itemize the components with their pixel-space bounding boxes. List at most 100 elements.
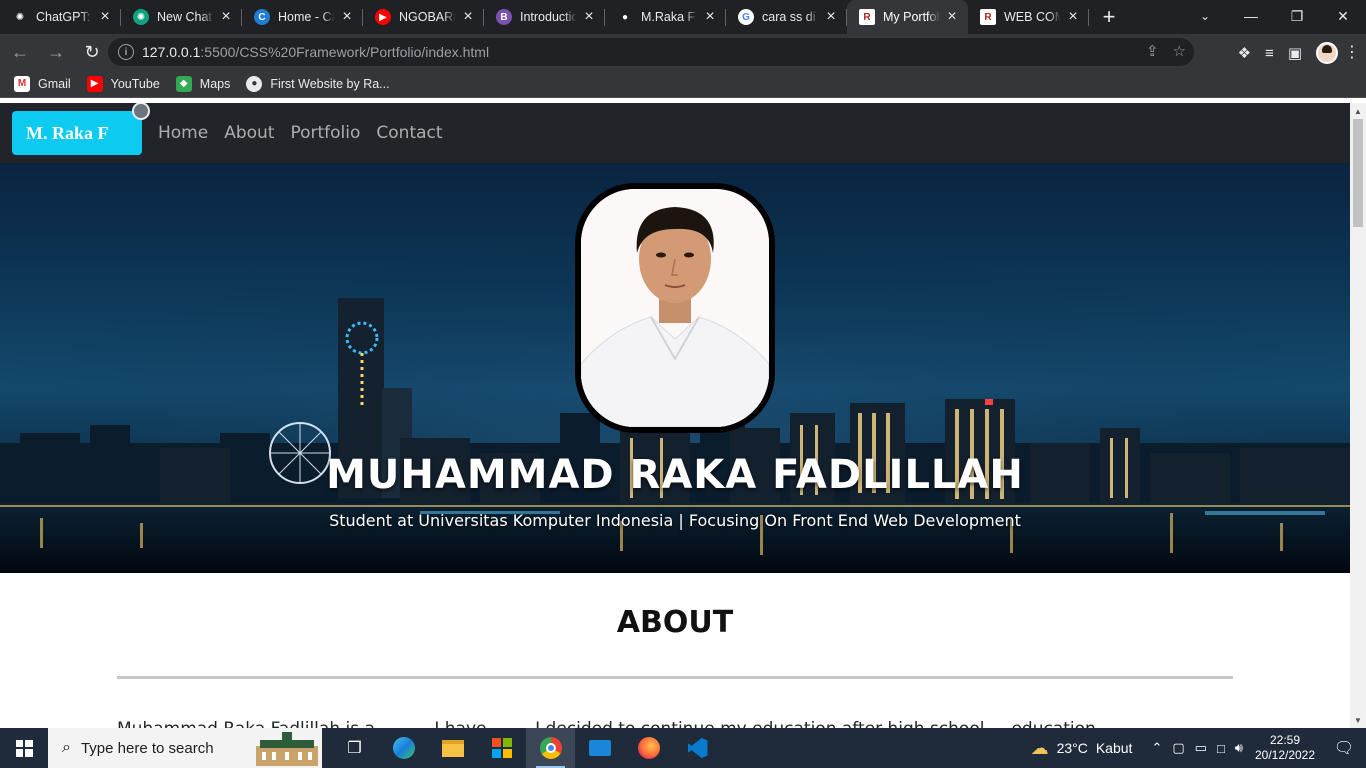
close-window-icon[interactable]: ✕ xyxy=(1320,0,1366,32)
file-explorer-icon[interactable] xyxy=(428,728,477,768)
openai-icon: ✺ xyxy=(12,9,28,25)
restore-icon[interactable]: ❐ xyxy=(1274,0,1320,32)
search-icon: ⌕ xyxy=(62,739,71,756)
menu-icon[interactable]: ⋮ xyxy=(1344,42,1360,62)
forward-icon[interactable]: → xyxy=(40,36,72,68)
close-tab-icon[interactable]: × xyxy=(339,8,355,26)
close-tab-icon[interactable]: × xyxy=(218,8,234,26)
weather-widget[interactable]: ☁ 23°C Kabut xyxy=(1031,738,1133,759)
scroll-up-icon[interactable]: ▲ xyxy=(1350,103,1366,119)
browser-tab[interactable]: ▶ NGOBAR# × xyxy=(363,0,484,34)
back-icon[interactable]: ← xyxy=(4,36,36,68)
browser-tab[interactable]: R My Portfolio × xyxy=(847,0,968,34)
page-viewport: M. Raka F Home About Portfolio Contact M… xyxy=(0,103,1350,728)
reload-icon[interactable]: ↻ xyxy=(76,36,108,68)
browser-tab[interactable]: C Home - Canva × xyxy=(242,0,363,34)
browser-tab[interactable]: ✺ New Chat × xyxy=(121,0,242,34)
chrome-icon[interactable] xyxy=(526,728,575,768)
tab-title: NGOBAR# xyxy=(399,10,456,24)
mail-icon[interactable] xyxy=(575,728,624,768)
firefox-icon[interactable] xyxy=(624,728,673,768)
youtube-icon: ▶ xyxy=(375,9,391,25)
gmail-icon: M xyxy=(14,75,30,92)
tab-title: My Portfolio xyxy=(883,10,940,24)
bookmark-youtube[interactable]: ▶ YouTube xyxy=(86,75,160,92)
new-tab-button[interactable]: + xyxy=(1089,0,1129,34)
canva-icon: C xyxy=(254,9,270,25)
reading-list-icon[interactable]: ≡ xyxy=(1265,45,1274,62)
side-panel-icon[interactable]: ▣ xyxy=(1288,44,1302,62)
edge-icon[interactable] xyxy=(379,728,428,768)
bookmark-star-icon[interactable]: ☆ xyxy=(1173,42,1186,60)
meet-now-icon[interactable]: ▢ xyxy=(1172,740,1184,756)
close-tab-icon[interactable]: × xyxy=(944,8,960,26)
bookmark-first-website[interactable]: ● First Website by Ra... xyxy=(246,75,390,92)
volume-icon[interactable]: 🔊︎ xyxy=(1235,740,1243,756)
extensions-icon[interactable]: ❖ xyxy=(1238,44,1251,62)
minimize-icon[interactable]: — xyxy=(1228,0,1274,32)
close-tab-icon[interactable]: × xyxy=(581,8,597,26)
brand-logo[interactable]: M. Raka F xyxy=(12,103,150,155)
close-tab-icon[interactable]: × xyxy=(1065,8,1081,26)
taskbar-search[interactable]: ⌕ Type here to search xyxy=(48,728,322,768)
weather-cloud-icon: ☁ xyxy=(1030,737,1049,758)
network-icon[interactable]: □ xyxy=(1217,741,1225,756)
windows-logo-icon xyxy=(15,739,33,757)
browser-tab[interactable]: B Introduction × xyxy=(484,0,605,34)
page-scrollbar[interactable]: ▲ ▼ xyxy=(1350,103,1366,728)
bootstrap-icon: B xyxy=(496,9,512,25)
nav-portfolio[interactable]: Portfolio xyxy=(282,123,368,143)
r-logo-icon: R xyxy=(859,9,875,25)
task-view-icon[interactable]: ❐ xyxy=(330,728,379,768)
close-tab-icon[interactable]: × xyxy=(460,8,476,26)
windows-taskbar: ⌕ Type here to search ❐ ☁ 23°C Kabut ⌃ ▢… xyxy=(0,728,1366,768)
browser-tab[interactable]: ● M.Raka F × xyxy=(605,0,726,34)
start-button[interactable] xyxy=(0,728,48,768)
browser-tab[interactable]: ✺ ChatGPT: Optimizing × xyxy=(0,0,121,34)
nav-about[interactable]: About xyxy=(216,123,282,143)
globe-icon: ● xyxy=(246,75,263,92)
cursor-indicator xyxy=(132,103,150,120)
vscode-icon[interactable] xyxy=(673,728,722,768)
bookmarks-bar: M Gmail ▶ YouTube ◆ Maps ● First Website… xyxy=(0,70,1366,98)
bookmark-gmail[interactable]: M Gmail xyxy=(14,75,71,92)
close-tab-icon[interactable]: × xyxy=(97,8,113,26)
close-tab-icon[interactable]: × xyxy=(823,8,839,26)
tab-title: ChatGPT: Optimizing xyxy=(36,10,93,24)
profile-avatar[interactable] xyxy=(1316,42,1338,64)
scroll-down-icon[interactable]: ▼ xyxy=(1350,712,1366,728)
scroll-thumb[interactable] xyxy=(1353,119,1363,227)
store-icon[interactable] xyxy=(477,728,526,768)
system-tray: ☁ 23°C Kabut ⌃ ▢ ▭ □ 🔊︎ 22:59 20/12/2022… xyxy=(1031,728,1366,768)
browser-tab[interactable]: Gcara ss di laptop × xyxy=(726,0,847,34)
about-heading: ABOUT xyxy=(616,605,734,640)
openai-icon: ✺ xyxy=(133,9,149,25)
nav-contact[interactable]: Contact xyxy=(368,123,450,143)
tab-separator xyxy=(1088,9,1089,26)
battery-icon[interactable]: ▭ xyxy=(1195,740,1207,756)
address-bar[interactable]: i 127.0.0.1:5500/CSS%20Framework/Portfol… xyxy=(108,38,1194,66)
tab-title: cara ss di laptop xyxy=(762,10,819,24)
nav-home[interactable]: Home xyxy=(150,123,216,143)
globe-icon: ● xyxy=(617,9,633,25)
hero-section: MUHAMMAD RAKA FADLILLAH Student at Unive… xyxy=(0,163,1350,573)
url-path: :5500/CSS%20Framework/Portfolio/index.ht… xyxy=(200,44,490,60)
notifications-icon[interactable]: 🗨︎ xyxy=(1322,738,1366,758)
share-icon[interactable]: ⇪ xyxy=(1146,42,1159,60)
bookmark-maps[interactable]: ◆ Maps xyxy=(175,75,230,92)
tab-title: WEB COMPONENT xyxy=(1004,10,1061,24)
browser-tab[interactable]: R WEB COMPONENT × xyxy=(968,0,1089,34)
hero-name: MUHAMMAD RAKA FADLILLAH xyxy=(326,452,1024,498)
tab-search-icon[interactable]: ⌄ xyxy=(1190,0,1220,32)
about-paragraph: Muhammad Raka Fadlillah is a ......... I… xyxy=(117,719,1233,728)
browser-tab-strip: ✺ ChatGPT: Optimizing × ✺ New Chat × C Home - C… xyxy=(0,0,1366,34)
site-info-icon[interactable]: i xyxy=(118,44,134,60)
close-tab-icon[interactable]: × xyxy=(702,8,718,26)
about-divider xyxy=(117,676,1233,679)
google-icon: G xyxy=(738,9,754,25)
clock[interactable]: 22:59 20/12/2022 xyxy=(1248,733,1322,763)
chevron-up-icon[interactable]: ⌃ xyxy=(1151,740,1162,756)
tab-title: M.Raka F xyxy=(641,10,696,24)
r-logo-icon: R xyxy=(980,9,996,25)
profile-photo xyxy=(575,183,775,433)
